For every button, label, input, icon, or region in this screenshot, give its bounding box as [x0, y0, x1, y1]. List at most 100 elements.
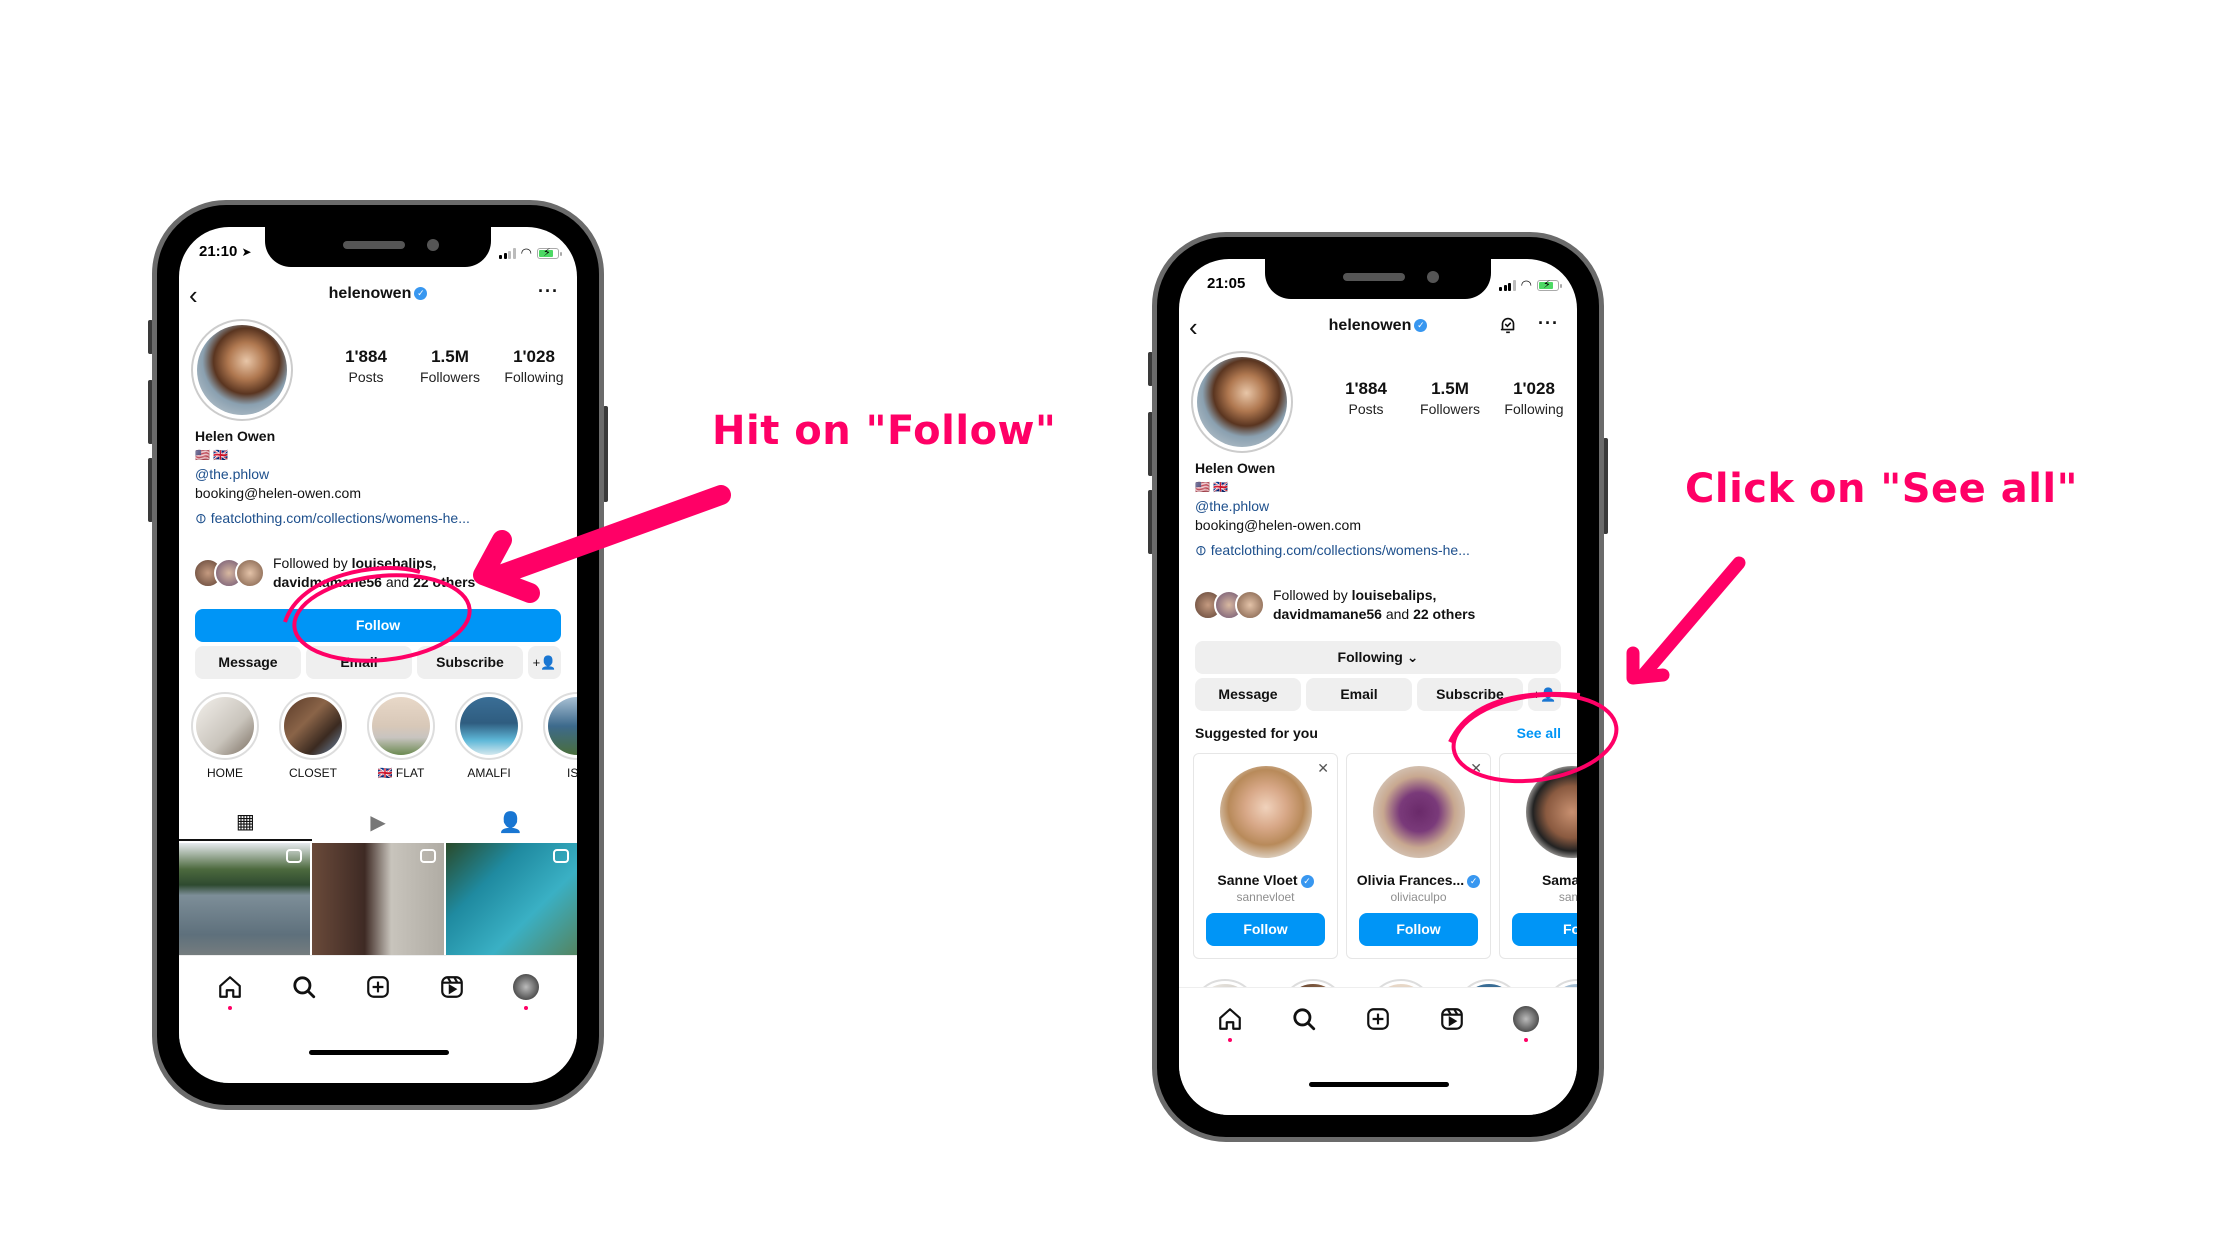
home-indicator[interactable] [309, 1050, 449, 1055]
reels-icon [441, 976, 463, 998]
tab-posts-grid[interactable]: ▦ [179, 803, 312, 841]
stat-followers[interactable]: 1.5M Followers [1408, 379, 1492, 417]
flags: 🇺🇸 🇬🇧 [1195, 480, 1229, 494]
phone-screen: 21:05 ◠ ⚡ ‹ helenowen ✓ ··· 1'884 Posts 1.… [1179, 259, 1577, 1115]
profile-nav-bar: ‹ helenowen ✓ ··· [179, 281, 577, 311]
suggested-avatar[interactable] [1525, 766, 1577, 858]
add-person-icon[interactable]: +👤 [1528, 678, 1561, 711]
reels-tab[interactable] [437, 972, 467, 1002]
profile-bio: Helen Owen 🇺🇸 🇬🇧 @the.phlow booking@hele… [1191, 459, 1470, 560]
more-options-icon[interactable]: ··· [538, 281, 559, 302]
story-highlights: HOME CLOSET 🇬🇧 FLAT AMALFI ISC [191, 692, 577, 780]
verified-badge-icon: ✓ [1414, 319, 1428, 333]
reel-icon [552, 849, 569, 863]
following-dropdown-button[interactable]: Following ⌄ [1195, 641, 1561, 674]
suggested-follow-button[interactable]: Follow [1359, 913, 1478, 946]
search-tab[interactable] [1289, 1004, 1319, 1034]
profile-avatar[interactable] [191, 319, 293, 421]
battery-icon: ⚡ [537, 247, 562, 259]
create-tab[interactable] [363, 972, 393, 1002]
suggested-card[interactable]: ✕ Sanne Vloet ✓ sannevloet Follow [1193, 753, 1338, 959]
notification-bell-icon[interactable] [1497, 314, 1519, 336]
bio-website-link[interactable]: ⊘featclothing.com/collections/womens-he.… [1191, 540, 1470, 560]
message-button[interactable]: Message [195, 646, 301, 679]
bio-email: booking@helen-owen.com [195, 485, 361, 501]
follow-button[interactable]: Follow [195, 609, 561, 642]
followed-by[interactable]: Followed by louisebalips, davidmamane56 a… [193, 554, 475, 592]
dismiss-icon[interactable]: ✕ [1317, 760, 1329, 777]
highlight-amalfi[interactable]: AMALFI [455, 692, 523, 780]
link-icon: ⊘ [190, 508, 211, 528]
stat-following[interactable]: 1'028 Following [492, 347, 576, 385]
profile-avatar[interactable] [1191, 351, 1293, 453]
create-post-icon [367, 976, 389, 998]
bio-handle-link[interactable]: @the.phlow [195, 465, 470, 484]
bio-email: booking@helen-owen.com [1195, 517, 1361, 533]
highlight-isc[interactable]: ISC [543, 692, 577, 780]
highlight-closet[interactable]: CLOSET [279, 692, 347, 780]
home-icon [219, 976, 241, 998]
message-button[interactable]: Message [1195, 678, 1301, 711]
suggested-handle: sami [1558, 890, 1577, 904]
profile-tab[interactable] [1511, 1004, 1541, 1042]
more-options-icon[interactable]: ··· [1538, 313, 1559, 334]
tab-tagged[interactable]: 👤 [444, 803, 577, 841]
mutual-followers-avatars [193, 558, 265, 588]
see-all-link[interactable]: See all [1517, 725, 1561, 741]
stat-followers[interactable]: 1.5M Followers [408, 347, 492, 385]
suggested-avatar[interactable] [1372, 766, 1465, 858]
email-button[interactable]: Email [1306, 678, 1412, 711]
subscribe-button[interactable]: Subscribe [1417, 678, 1523, 711]
display-name: Helen Owen [1195, 460, 1276, 476]
email-button[interactable]: Email [306, 646, 412, 679]
subscribe-button[interactable]: Subscribe [417, 646, 523, 679]
bio-handle-link[interactable]: @the.phlow [1195, 497, 1470, 516]
create-tab[interactable] [1363, 1004, 1393, 1034]
suggested-handle: sannevloet [1236, 890, 1295, 904]
dismiss-icon[interactable]: ✕ [1470, 760, 1482, 777]
location-arrow-icon: ➤ [241, 245, 252, 259]
reels-icon: ▶ [370, 811, 386, 834]
bio-website-link[interactable]: ⊘featclothing.com/collections/womens-he.… [191, 508, 470, 528]
highlight-flat[interactable]: 🇬🇧 FLAT [367, 692, 435, 780]
home-tab[interactable] [215, 972, 245, 1010]
profile-bio: Helen Owen 🇺🇸 🇬🇧 @the.phlow booking@hele… [191, 427, 470, 528]
suggested-header: Suggested for you See all [1195, 725, 1561, 741]
tab-reels[interactable]: ▶ [312, 803, 445, 841]
home-tab[interactable] [1215, 1004, 1245, 1042]
profile-action-row: Message Email Subscribe +👤 [195, 646, 561, 679]
verified-badge-icon: ✓ [1467, 874, 1481, 888]
stat-posts[interactable]: 1'884 Posts [1324, 379, 1408, 417]
suggested-name: Samanth [1541, 872, 1577, 888]
wifi-icon: ◠ [1520, 277, 1532, 292]
stat-following[interactable]: 1'028 Following [1492, 379, 1576, 417]
reels-tab[interactable] [1437, 1004, 1467, 1034]
suggested-title: Suggested for you [1195, 725, 1318, 741]
signal-icon [1499, 279, 1516, 291]
highlight-home[interactable]: HOME [191, 692, 259, 780]
profile-tab[interactable] [511, 972, 541, 1010]
suggested-avatar[interactable] [1219, 766, 1312, 858]
suggested-follow-button[interactable]: Fo [1512, 913, 1577, 946]
verified-badge-icon: ✓ [1300, 874, 1314, 888]
home-indicator[interactable] [1309, 1082, 1449, 1087]
suggested-card[interactable]: Samanth sami Fo [1499, 753, 1577, 959]
create-post-icon [1367, 1008, 1389, 1030]
notch [265, 227, 491, 267]
add-person-icon[interactable]: +👤 [528, 646, 561, 679]
suggested-card[interactable]: ✕ Olivia Frances... ✓ oliviaculpo Follow [1346, 753, 1491, 959]
bottom-tab-bar [1179, 987, 1577, 1115]
link-icon: ⊘ [1190, 540, 1211, 560]
left-phone-mockup: 21:10 ➤ ◠ ⚡ ‹ helenowen ✓ ··· 1'884 Posts … [148, 200, 608, 1110]
flags: 🇺🇸 🇬🇧 [195, 448, 229, 462]
stat-posts[interactable]: 1'884 Posts [324, 347, 408, 385]
profile-avatar-icon [513, 974, 539, 1000]
home-icon [1219, 1008, 1241, 1030]
suggested-follow-button[interactable]: Follow [1206, 913, 1325, 946]
notch [1265, 259, 1491, 299]
bottom-tab-bar [179, 955, 577, 1083]
search-tab[interactable] [289, 972, 319, 1002]
right-phone-mockup: 21:05 ◠ ⚡ ‹ helenowen ✓ ··· 1'884 Posts 1.… [1148, 232, 1608, 1142]
followed-by[interactable]: Followed by louisebalips, davidmamane56 a… [1193, 586, 1475, 624]
profile-nav-bar: ‹ helenowen ✓ ··· [1179, 313, 1577, 343]
